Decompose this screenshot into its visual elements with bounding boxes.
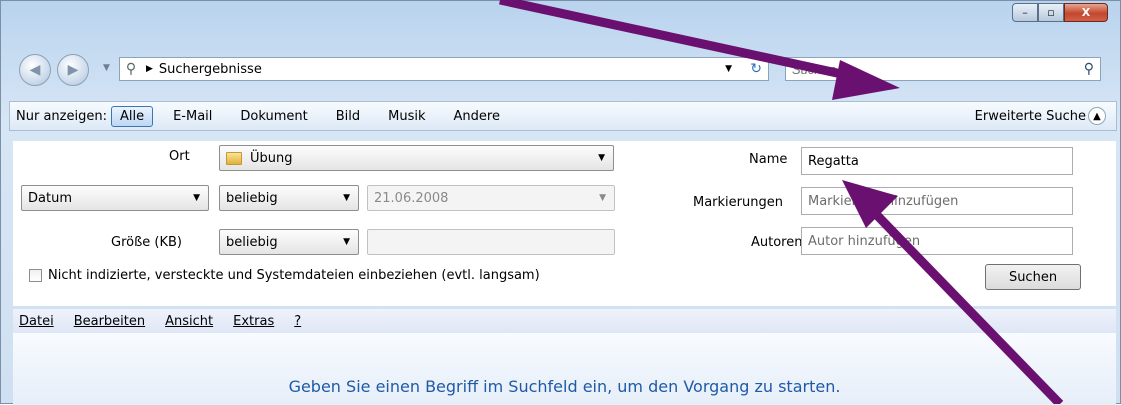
size-label: Größe (KB) bbox=[111, 235, 182, 250]
address-bar[interactable]: ⚲ ▶ Suchergebnisse ▼ ↻ bbox=[119, 57, 769, 81]
size-operator-combo[interactable]: beliebig ▼ bbox=[219, 229, 359, 255]
refresh-icon[interactable]: ↻ bbox=[750, 61, 762, 77]
chevron-down-icon: ▼ bbox=[193, 193, 200, 203]
name-label: Name bbox=[749, 152, 788, 167]
navigation-bar: ◀ ▶ ▼ ⚲ ▶ Suchergebnisse ▼ ↻ ⚲ bbox=[19, 53, 1119, 86]
size-operator-value: beliebig bbox=[226, 234, 278, 250]
menu-file[interactable]: Datei bbox=[19, 314, 54, 329]
forward-arrow-icon: ▶ bbox=[67, 62, 79, 78]
minimize-button[interactable]: – bbox=[1012, 3, 1038, 22]
date-value: 21.06.2008 bbox=[374, 190, 449, 206]
menu-help[interactable]: ? bbox=[294, 314, 301, 329]
empty-results-hint: Geben Sie einen Begriff im Suchfeld ein,… bbox=[288, 377, 841, 396]
location-label: Ort bbox=[169, 149, 190, 164]
back-arrow-icon: ◀ bbox=[29, 62, 41, 78]
tags-label: Markierungen bbox=[693, 195, 783, 210]
chevron-down-icon: ▼ bbox=[598, 153, 605, 163]
menu-view[interactable]: Ansicht bbox=[165, 314, 213, 329]
filter-other[interactable]: Andere bbox=[446, 107, 508, 126]
breadcrumb-separator-icon[interactable]: ▶ bbox=[146, 64, 153, 74]
advanced-search-label: Erweiterte Suche bbox=[974, 108, 1086, 124]
date-operator-value: beliebig bbox=[226, 190, 278, 206]
close-button[interactable]: X bbox=[1064, 3, 1108, 22]
chevron-down-icon: ▼ bbox=[343, 237, 350, 247]
caption-buttons: – ▫ X bbox=[1012, 3, 1108, 22]
location-value: Übung bbox=[250, 150, 293, 166]
filter-email[interactable]: E-Mail bbox=[165, 107, 220, 126]
size-value-field[interactable] bbox=[367, 229, 615, 255]
menu-edit[interactable]: Bearbeiten bbox=[74, 314, 145, 329]
advanced-search-toggle[interactable]: Erweiterte Suche ▲ bbox=[975, 107, 1106, 125]
results-area: Geben Sie einen Begriff im Suchfeld ein,… bbox=[13, 333, 1116, 405]
recent-pages-dropdown-icon[interactable]: ▼ bbox=[103, 63, 110, 73]
date-field-value: Datum bbox=[28, 190, 72, 206]
maximize-button[interactable]: ▫ bbox=[1038, 3, 1064, 22]
chevron-down-icon: ▼ bbox=[599, 193, 606, 203]
search-input[interactable] bbox=[792, 61, 1052, 77]
chevron-down-icon: ▼ bbox=[343, 193, 350, 203]
date-value-combo[interactable]: 21.06.2008 ▼ bbox=[367, 185, 615, 211]
back-button[interactable]: ◀ bbox=[19, 54, 51, 86]
checkbox-box[interactable] bbox=[29, 269, 42, 282]
name-input[interactable] bbox=[808, 153, 1072, 169]
tags-field[interactable] bbox=[801, 187, 1073, 215]
explorer-window: – ▫ X ◀ ▶ ▼ ⚲ ▶ Suchergebnisse ▼ ↻ ⚲ Nur… bbox=[0, 0, 1121, 405]
search-button-label: Suchen bbox=[1008, 269, 1058, 285]
folder-icon bbox=[226, 151, 242, 165]
date-field-combo[interactable]: Datum ▼ bbox=[21, 185, 209, 211]
search-button[interactable]: Suchen bbox=[985, 264, 1081, 290]
location-combo[interactable]: Übung ▼ bbox=[219, 145, 614, 171]
filter-document[interactable]: Dokument bbox=[232, 107, 315, 126]
filter-label: Nur anzeigen: bbox=[16, 108, 107, 124]
date-operator-combo[interactable]: beliebig ▼ bbox=[219, 185, 359, 211]
address-dropdown-icon[interactable]: ▼ bbox=[725, 64, 732, 74]
filter-image[interactable]: Bild bbox=[328, 107, 368, 126]
name-field[interactable] bbox=[801, 147, 1073, 175]
advanced-search-panel: Ort Übung ▼ Datum ▼ beliebig ▼ 21.06.200… bbox=[13, 141, 1116, 306]
include-hidden-label: Nicht indizierte, versteckte und Systemd… bbox=[48, 268, 540, 283]
search-folder-icon: ⚲ bbox=[125, 61, 137, 77]
authors-field[interactable] bbox=[801, 227, 1073, 255]
include-hidden-checkbox[interactable]: Nicht indizierte, versteckte und Systemd… bbox=[29, 268, 540, 283]
authors-label: Autoren bbox=[751, 235, 803, 250]
forward-button[interactable]: ▶ bbox=[57, 54, 89, 86]
menu-tools[interactable]: Extras bbox=[233, 314, 274, 329]
filter-music[interactable]: Musik bbox=[380, 107, 433, 126]
authors-input[interactable] bbox=[808, 233, 1072, 249]
chevron-up-icon: ▲ bbox=[1088, 107, 1106, 125]
filter-all[interactable]: Alle bbox=[110, 105, 154, 127]
menu-bar: Datei Bearbeiten Ansicht Extras ? bbox=[13, 309, 1116, 333]
breadcrumb-path[interactable]: Suchergebnisse bbox=[159, 62, 262, 77]
search-icon[interactable]: ⚲ bbox=[1084, 61, 1094, 77]
search-box[interactable]: ⚲ bbox=[785, 57, 1101, 81]
filter-bar: Nur anzeigen: Alle E-Mail Dokument Bild … bbox=[9, 101, 1117, 131]
tags-input[interactable] bbox=[808, 193, 1072, 209]
